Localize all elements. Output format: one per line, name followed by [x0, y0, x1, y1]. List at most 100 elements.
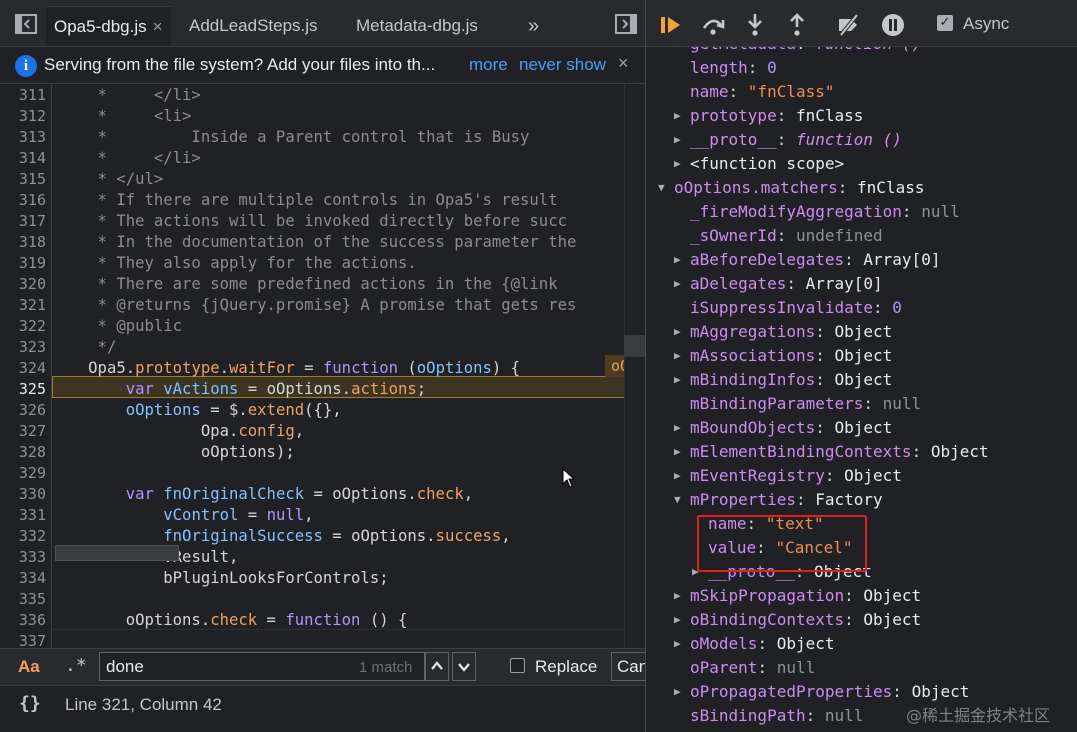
tab-addleadsteps[interactable]: AddLeadSteps.js [189, 6, 318, 46]
vertical-scrollbar[interactable] [624, 84, 645, 648]
infobar-more-link[interactable]: more [469, 55, 508, 75]
resume-icon[interactable] [658, 12, 684, 38]
search-cancel-button[interactable]: Cancel [611, 652, 645, 681]
scope-row[interactable]: ▶ <function scope> [646, 152, 1077, 176]
code-line[interactable]: Opa.config, [60, 421, 304, 442]
deactivate-breakpoints-icon[interactable] [836, 12, 862, 38]
code-line[interactable]: * The actions will be invoked directly b… [60, 211, 567, 232]
line-number[interactable]: 314 [0, 148, 46, 169]
scope-row[interactable]: ▶ aBeforeDelegates: Array[0] [646, 248, 1077, 272]
scope-row[interactable]: iSuppressInvalidate: 0 [646, 296, 1077, 320]
line-number[interactable]: 326 [0, 400, 46, 421]
code-line[interactable]: oOptions.check = function () { [60, 610, 408, 631]
code-editor[interactable]: 311 312 313 314 315 316 317 318 319 320 321 322 323 3… [0, 84, 645, 648]
line-number[interactable]: 332 [0, 526, 46, 547]
regex-button[interactable]: .* [65, 655, 87, 676]
scope-row[interactable]: _sOwnerId: undefined [646, 224, 1077, 248]
code-line[interactable]: */ [60, 337, 117, 358]
scope-row[interactable]: ▶ aDelegates: Array[0] [646, 272, 1077, 296]
scope-row[interactable]: oParent: null [646, 656, 1077, 680]
collapsed-arrow-icon[interactable]: ▶ [674, 416, 686, 440]
scope-row[interactable]: ▶ mAssociations: Object [646, 344, 1077, 368]
scope-row[interactable]: ▶ mSkipPropagation: Object [646, 584, 1077, 608]
tab-metadata-dbg[interactable]: Metadata-dbg.js [356, 6, 478, 46]
scope-row[interactable]: _fireModifyAggregation: null [646, 200, 1077, 224]
line-number[interactable]: 335 [0, 589, 46, 610]
close-tab-icon[interactable]: × [153, 17, 163, 36]
tab-opa5-dbg[interactable]: Opa5-dbg.js × [46, 6, 171, 46]
code-line[interactable]: oOptions = $.extend({}, [60, 400, 342, 421]
collapsed-arrow-icon[interactable]: ▶ [674, 128, 686, 152]
line-number[interactable]: 313 [0, 127, 46, 148]
line-number[interactable]: 312 [0, 106, 46, 127]
infobar-never-show-link[interactable]: never show [519, 55, 606, 75]
collapsed-arrow-icon[interactable]: ▶ [674, 608, 686, 632]
code-line[interactable]: * </li> [60, 85, 201, 106]
code-line[interactable]: * @returns {jQuery.promise} A promise th… [60, 295, 577, 316]
line-number[interactable]: 333 [0, 547, 46, 568]
collapsed-arrow-icon[interactable]: ▶ [674, 584, 686, 608]
line-number[interactable]: 321 [0, 295, 46, 316]
search-next-button[interactable] [452, 652, 476, 681]
step-into-icon[interactable] [742, 12, 768, 38]
collapsed-arrow-icon[interactable]: ▶ [674, 368, 686, 392]
line-number[interactable]: 319 [0, 253, 46, 274]
toggle-debugger-icon[interactable] [614, 12, 638, 36]
scope-row[interactable]: ▼ oOptions.matchers: fnClass [646, 176, 1077, 200]
scope-row[interactable]: mBindingParameters: null [646, 392, 1077, 416]
scope-row[interactable]: ▶ prototype: fnClass [646, 104, 1077, 128]
code-line[interactable]: Opa5.prototype.waitFor = function (oOpti… [60, 358, 520, 379]
code-line[interactable]: bPluginLooksForControls; [60, 568, 388, 589]
scope-row[interactable]: ▶ oModels: Object [646, 632, 1077, 656]
line-number[interactable]: 327 [0, 421, 46, 442]
expanded-arrow-icon[interactable]: ▼ [674, 488, 686, 512]
scope-row[interactable]: ▶ oBindingContexts: Object [646, 608, 1077, 632]
scope-row[interactable]: ▶ mElementBindingContexts: Object [646, 440, 1077, 464]
code-line[interactable]: oOptions); [60, 442, 295, 463]
code-line[interactable]: * In the documentation of the success pa… [60, 232, 577, 253]
async-checkbox[interactable]: ✓ [937, 15, 953, 31]
scope-row[interactable]: ▶ __proto__: function () [646, 128, 1077, 152]
scope-row[interactable]: ▼ mProperties: Factory [646, 488, 1077, 512]
collapsed-arrow-icon[interactable]: ▶ [674, 344, 686, 368]
line-number[interactable]: 337 [0, 631, 46, 648]
scope-row[interactable]: ▶ mEventRegistry: Object [646, 464, 1077, 488]
collapsed-arrow-icon[interactable]: ▶ [674, 464, 686, 488]
line-number[interactable]: 322 [0, 316, 46, 337]
line-number[interactable]: 317 [0, 211, 46, 232]
line-number[interactable]: 328 [0, 442, 46, 463]
code-line[interactable]: vControl = null, [60, 505, 313, 526]
line-number[interactable]: 325 [0, 379, 46, 400]
line-number[interactable]: 330 [0, 484, 46, 505]
line-number[interactable]: 331 [0, 505, 46, 526]
line-number[interactable]: 311 [0, 85, 46, 106]
code-line[interactable]: * They also apply for the actions. [60, 253, 417, 274]
line-number[interactable]: 324 [0, 358, 46, 379]
code-line[interactable]: var vActions = oOptions.actions; [60, 379, 426, 400]
collapsed-arrow-icon[interactable]: ▶ [674, 680, 686, 704]
expanded-arrow-icon[interactable]: ▼ [658, 176, 670, 200]
code-line[interactable]: * Inside a Parent control that is Busy [60, 127, 530, 148]
scope-row[interactable]: ▶ mBindingInfos: Object [646, 368, 1077, 392]
step-over-icon[interactable] [700, 12, 726, 38]
code-line[interactable]: fnOriginalSuccess = oOptions.success, [60, 526, 510, 547]
scope-row[interactable]: ▶ oPropagatedProperties: Object [646, 680, 1077, 704]
line-number[interactable]: 315 [0, 169, 46, 190]
line-number[interactable]: 320 [0, 274, 46, 295]
collapsed-arrow-icon[interactable]: ▶ [674, 152, 686, 176]
replace-checkbox[interactable] [510, 658, 525, 673]
collapsed-arrow-icon[interactable]: ▶ [674, 632, 686, 656]
line-number[interactable]: 334 [0, 568, 46, 589]
line-number[interactable]: 329 [0, 463, 46, 484]
step-out-icon[interactable] [784, 12, 810, 38]
collapsed-arrow-icon[interactable]: ▶ [674, 248, 686, 272]
line-number[interactable]: 318 [0, 232, 46, 253]
line-number[interactable]: 336 [0, 610, 46, 631]
code-line[interactable]: * @public [60, 316, 183, 337]
horizontal-scrollbar-thumb[interactable] [55, 545, 179, 561]
line-number[interactable]: 323 [0, 337, 46, 358]
collapsed-arrow-icon[interactable]: ▶ [674, 104, 686, 128]
scope-row[interactable]: name: "fnClass" [646, 80, 1077, 104]
scope-row[interactable]: length: 0 [646, 56, 1077, 80]
collapsed-arrow-icon[interactable]: ▶ [674, 272, 686, 296]
